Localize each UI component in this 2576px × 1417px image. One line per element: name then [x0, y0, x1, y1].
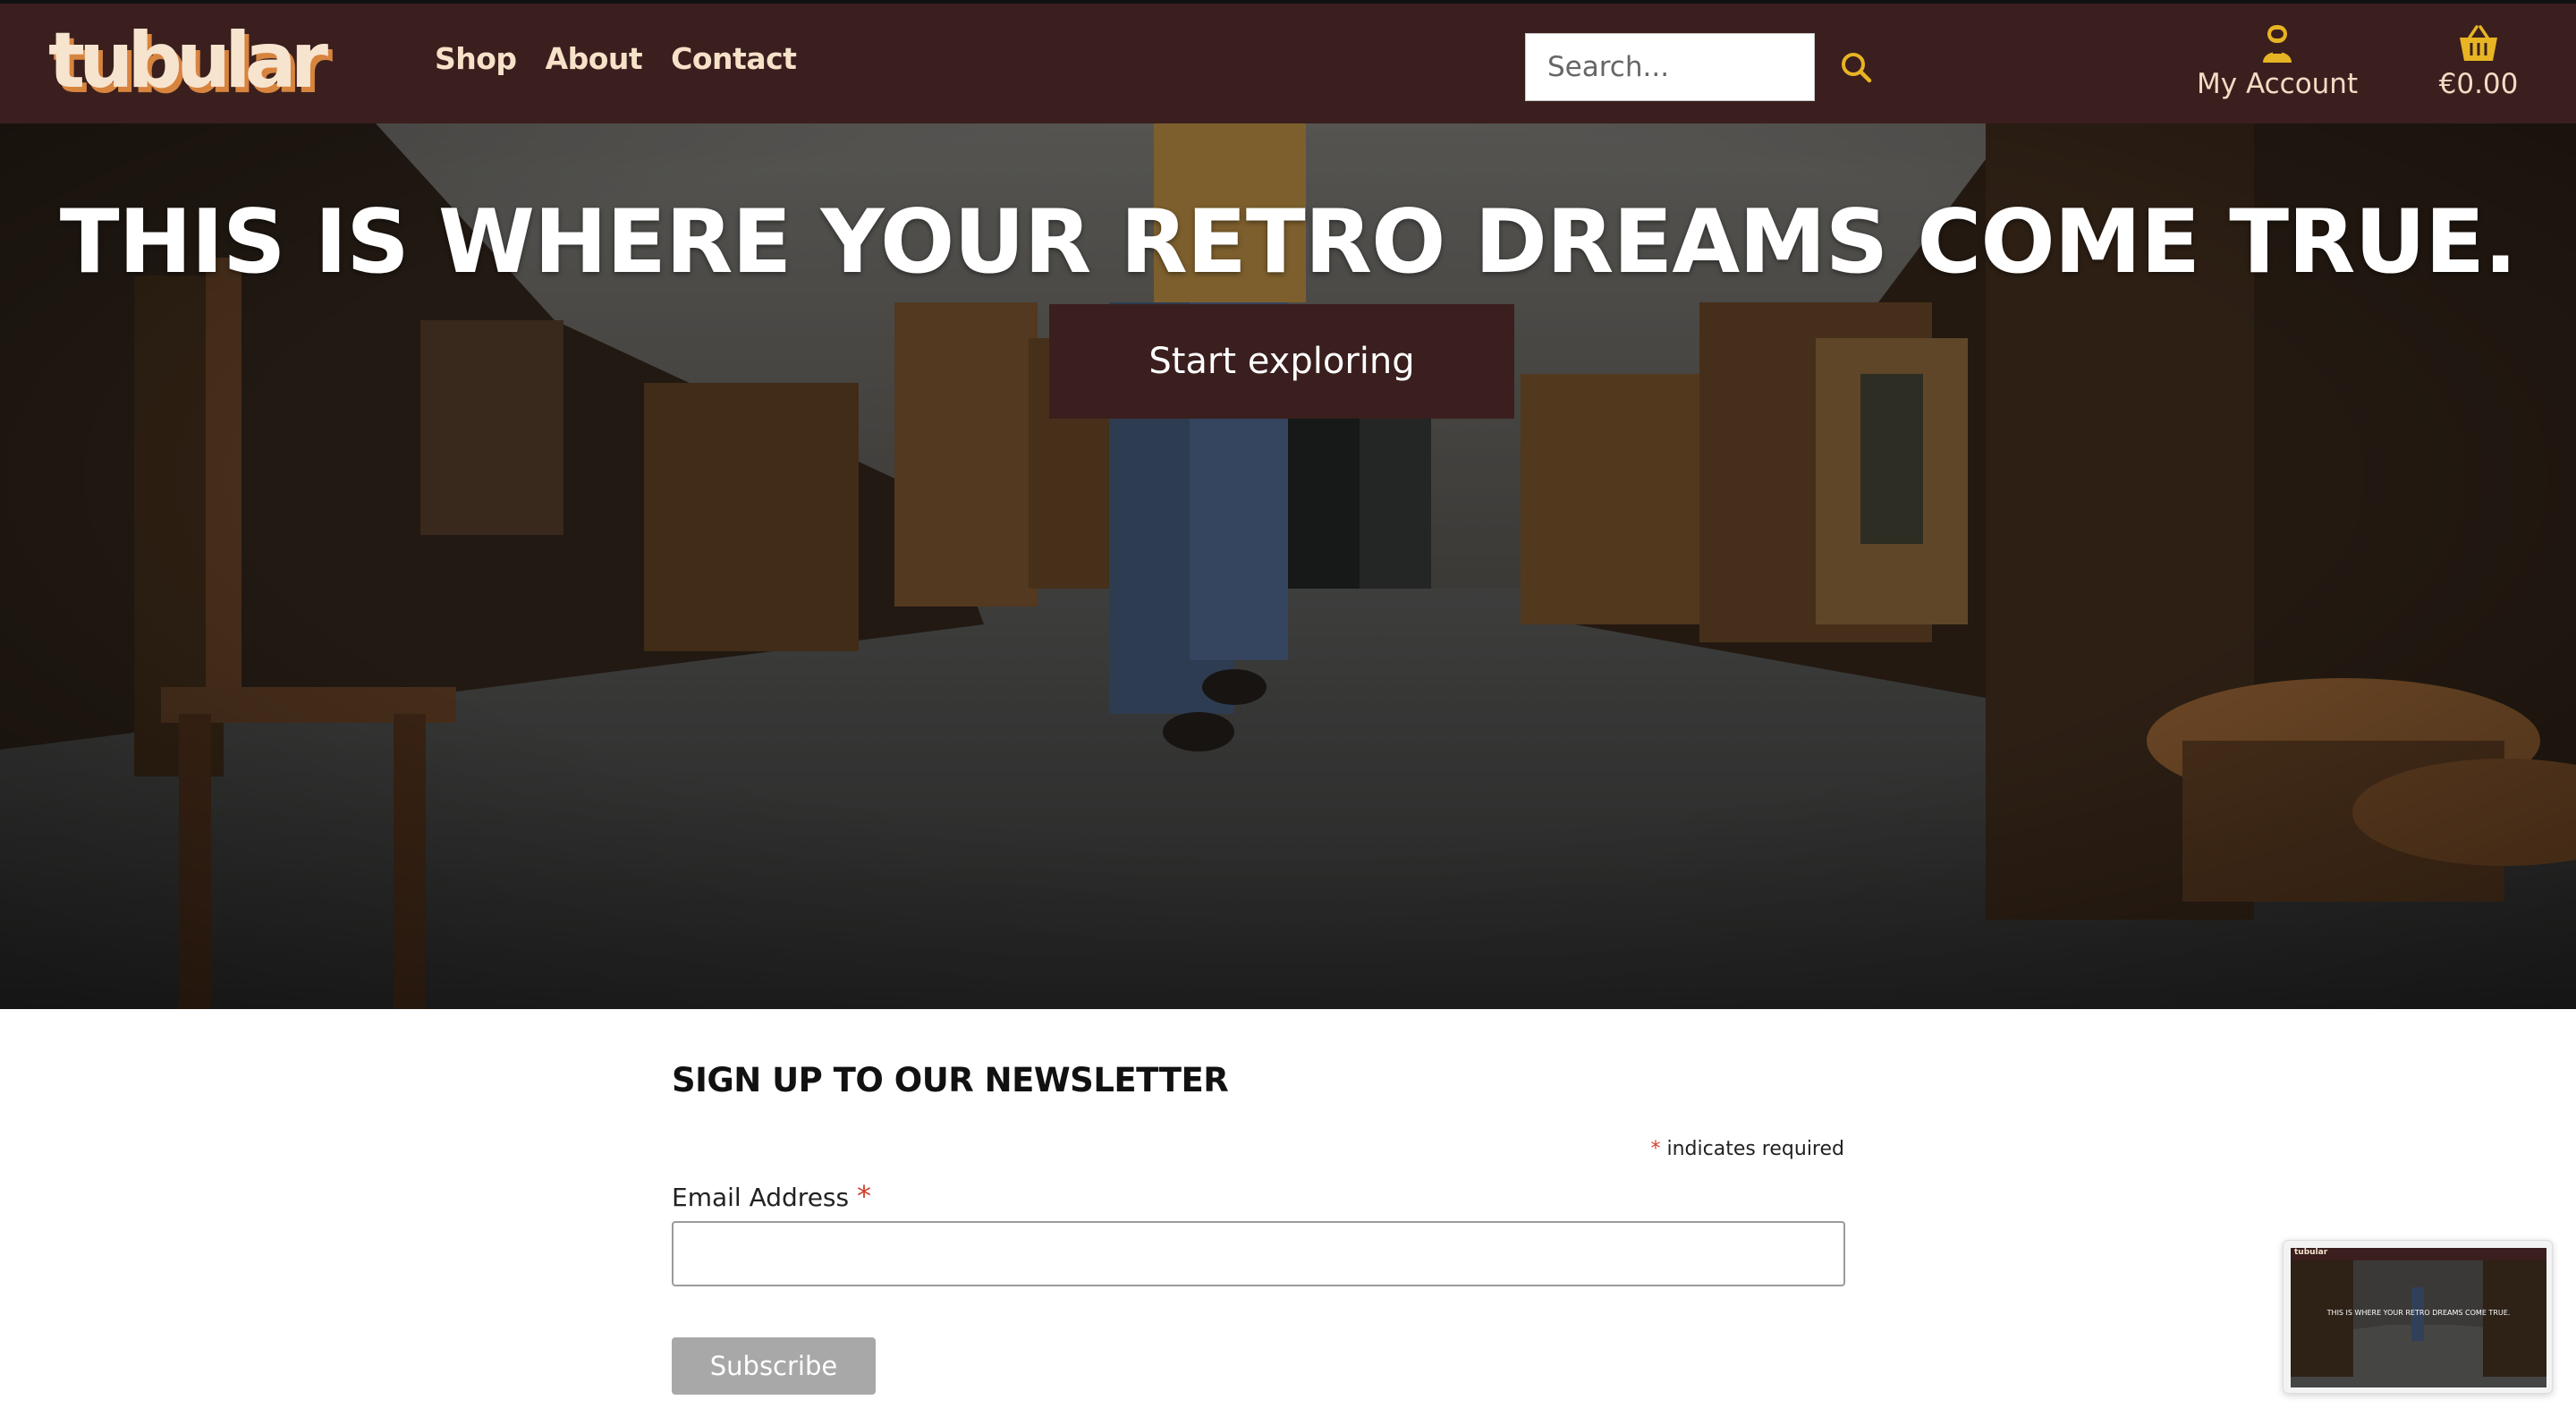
required-asterisk: *	[1650, 1138, 1661, 1160]
basket-icon	[2460, 25, 2497, 61]
hero-banner: THIS IS WHERE YOUR RETRO DREAMS COME TRU…	[0, 123, 2576, 1009]
nav-contact[interactable]: Contact	[671, 41, 797, 76]
search-button[interactable]	[1839, 50, 1875, 86]
search-box	[1525, 33, 1815, 101]
search-input[interactable]	[1547, 51, 1798, 83]
my-account-link[interactable]: My Account	[2197, 23, 2358, 109]
hero-title: THIS IS WHERE YOUR RETRO DREAMS COME TRU…	[59, 191, 2518, 293]
page-preview-thumbnail[interactable]: tubular THIS IS WHERE YOUR RETRO DREAMS …	[2283, 1240, 2553, 1394]
newsletter-title: SIGN UP TO OUR NEWSLETTER	[672, 1061, 1229, 1099]
start-exploring-button[interactable]: Start exploring	[1049, 304, 1514, 419]
required-note-text: indicates required	[1666, 1138, 1844, 1160]
nav-about[interactable]: About	[546, 41, 643, 76]
email-label: Email Address *	[672, 1179, 871, 1213]
thumbnail-title: THIS IS WHERE YOUR RETRO DREAMS COME TRU…	[2326, 1309, 2511, 1317]
thumbnail-hero	[2291, 1260, 2546, 1387]
thumbnail-hero-image	[2291, 1260, 2546, 1387]
site-logo[interactable]: tubular	[48, 16, 328, 106]
thumbnail-header	[2291, 1248, 2546, 1260]
site-header: tubular Shop About Contact My Account	[0, 4, 2576, 123]
my-account-label: My Account	[2197, 68, 2359, 100]
cart-link[interactable]: €0.00	[2429, 23, 2528, 109]
subscribe-button[interactable]: Subscribe	[672, 1337, 876, 1395]
main-nav: Shop About Contact	[435, 41, 797, 76]
email-label-text: Email Address	[672, 1183, 850, 1212]
user-icon	[2263, 25, 2292, 63]
search-icon	[1842, 53, 1872, 83]
nav-shop[interactable]: Shop	[435, 41, 517, 76]
email-field[interactable]	[672, 1221, 1845, 1286]
email-required-asterisk: *	[857, 1179, 871, 1213]
cart-total: €0.00	[2438, 68, 2519, 100]
required-note: * indicates required	[1521, 1138, 1844, 1160]
thumbnail-logo: tubular	[2294, 1248, 2328, 1257]
